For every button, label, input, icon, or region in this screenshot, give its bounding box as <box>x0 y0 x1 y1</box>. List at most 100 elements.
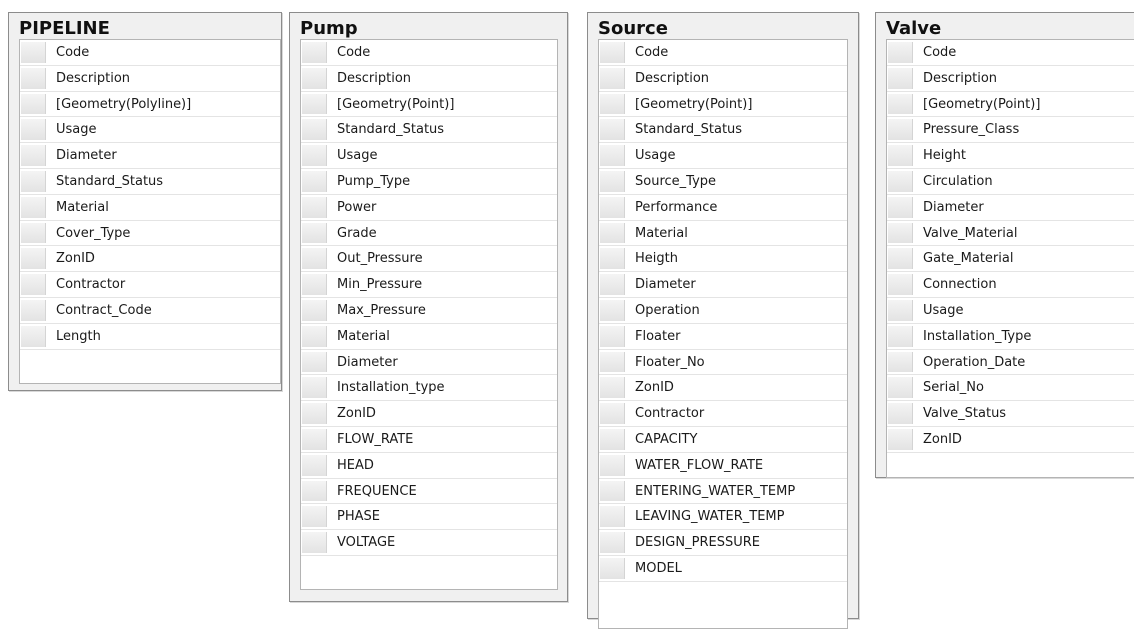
row-selector[interactable] <box>21 222 46 244</box>
field-row[interactable]: Contract_Code <box>20 298 280 324</box>
row-selector[interactable] <box>600 480 625 502</box>
field-row[interactable]: ZonID <box>301 401 557 427</box>
field-row[interactable]: Gate_Material <box>887 246 1134 273</box>
field-row[interactable]: Contractor <box>20 272 280 298</box>
row-selector[interactable] <box>600 145 625 166</box>
field-row[interactable]: ENTERING_WATER_TEMP <box>599 479 847 505</box>
field-row[interactable]: Performance <box>599 195 847 221</box>
row-selector[interactable] <box>21 93 46 115</box>
field-row[interactable]: [Geometry(Point)] <box>301 92 557 118</box>
field-row[interactable]: Description <box>599 66 847 92</box>
row-selector[interactable] <box>302 42 327 63</box>
field-row[interactable]: Max_Pressure <box>301 298 557 324</box>
field-row[interactable]: Installation_Type <box>887 324 1134 350</box>
row-selector[interactable] <box>600 170 625 192</box>
row-selector[interactable] <box>21 248 46 270</box>
field-row[interactable]: Length <box>20 324 280 350</box>
row-selector[interactable] <box>888 377 913 399</box>
field-row[interactable]: Standard_Status <box>301 117 557 144</box>
field-row[interactable]: Code <box>20 40 280 66</box>
row-selector[interactable] <box>21 67 46 89</box>
table-valve[interactable]: Valve Code Description [Geometry(Point)] Pr… <box>875 12 1134 478</box>
row-selector[interactable] <box>21 170 46 192</box>
row-selector[interactable] <box>600 93 625 115</box>
field-row[interactable]: WATER_FLOW_RATE <box>599 453 847 479</box>
field-row[interactable]: Diameter <box>301 350 557 376</box>
row-selector[interactable] <box>302 299 327 321</box>
field-row[interactable]: LEAVING_WATER_TEMP <box>599 504 847 531</box>
row-selector[interactable] <box>600 403 625 424</box>
field-row[interactable]: Connection <box>887 272 1134 298</box>
field-row[interactable]: VOLTAGE <box>301 530 557 556</box>
field-row[interactable]: FLOW_RATE <box>301 427 557 453</box>
row-selector[interactable] <box>888 428 913 450</box>
field-row[interactable]: Grade <box>301 221 557 247</box>
field-row[interactable]: Description <box>887 66 1134 92</box>
field-row[interactable]: Usage <box>301 143 557 169</box>
field-row[interactable]: ZonID <box>20 246 280 273</box>
row-selector[interactable] <box>302 222 327 244</box>
row-selector[interactable] <box>600 428 625 450</box>
field-row[interactable]: Power <box>301 195 557 221</box>
field-row[interactable]: HEAD <box>301 453 557 479</box>
field-row[interactable]: Standard_Status <box>20 169 280 195</box>
row-selector[interactable] <box>302 428 327 450</box>
field-row[interactable]: Usage <box>20 117 280 144</box>
row-selector[interactable] <box>888 222 913 244</box>
row-selector[interactable] <box>302 248 327 270</box>
row-selector[interactable] <box>600 557 625 579</box>
field-row[interactable]: Serial_No <box>887 375 1134 402</box>
field-row[interactable]: Standard_Status <box>599 117 847 144</box>
field-row[interactable]: [Geometry(Point)] <box>599 92 847 118</box>
field-row[interactable]: Usage <box>599 143 847 169</box>
field-row[interactable]: Material <box>301 324 557 350</box>
field-row[interactable]: Installation_type <box>301 375 557 402</box>
row-selector[interactable] <box>302 377 327 399</box>
field-row[interactable]: Pump_Type <box>301 169 557 195</box>
row-selector[interactable] <box>600 377 625 399</box>
row-selector[interactable] <box>302 454 327 476</box>
field-row[interactable]: Description <box>20 66 280 92</box>
row-selector[interactable] <box>21 274 46 295</box>
field-row[interactable]: [Geometry(Polyline)] <box>20 92 280 118</box>
row-selector[interactable] <box>888 325 913 347</box>
row-selector[interactable] <box>888 403 913 424</box>
field-row[interactable]: Pressure_Class <box>887 117 1134 144</box>
field-row[interactable]: MODEL <box>599 556 847 582</box>
field-row[interactable]: Description <box>301 66 557 92</box>
table-pipeline[interactable]: PIPELINE Code Description [Geometry(Polyli… <box>8 12 282 391</box>
field-row[interactable]: Cover_Type <box>20 221 280 247</box>
row-selector[interactable] <box>302 325 327 347</box>
row-selector[interactable] <box>600 454 625 476</box>
row-selector[interactable] <box>600 506 625 528</box>
row-selector[interactable] <box>302 403 327 424</box>
field-row[interactable]: ZonID <box>599 375 847 402</box>
row-selector[interactable] <box>21 196 46 218</box>
field-row[interactable]: Source_Type <box>599 169 847 195</box>
field-row[interactable]: Contractor <box>599 401 847 427</box>
row-selector[interactable] <box>302 196 327 218</box>
row-selector[interactable] <box>600 274 625 295</box>
field-row[interactable]: Circulation <box>887 169 1134 195</box>
row-selector[interactable] <box>600 325 625 347</box>
row-selector[interactable] <box>21 119 46 141</box>
field-row[interactable]: Code <box>599 40 847 66</box>
field-row[interactable]: Code <box>301 40 557 66</box>
field-row[interactable]: Floater_No <box>599 350 847 376</box>
field-row[interactable]: Height <box>887 143 1134 169</box>
field-row[interactable]: Operation <box>599 298 847 324</box>
row-selector[interactable] <box>21 325 46 347</box>
row-selector[interactable] <box>888 248 913 270</box>
field-row[interactable]: Diameter <box>20 143 280 169</box>
row-selector[interactable] <box>888 119 913 141</box>
field-row[interactable]: Code <box>887 40 1134 66</box>
row-selector[interactable] <box>600 222 625 244</box>
field-row[interactable]: Diameter <box>599 272 847 298</box>
row-selector[interactable] <box>888 170 913 192</box>
field-row[interactable]: Out_Pressure <box>301 246 557 273</box>
field-row[interactable]: Valve_Material <box>887 221 1134 247</box>
table-pump[interactable]: Pump Code Description [Geometry(Point)] Sta… <box>289 12 568 602</box>
row-selector[interactable] <box>302 67 327 89</box>
row-selector[interactable] <box>302 506 327 528</box>
row-selector[interactable] <box>302 119 327 141</box>
